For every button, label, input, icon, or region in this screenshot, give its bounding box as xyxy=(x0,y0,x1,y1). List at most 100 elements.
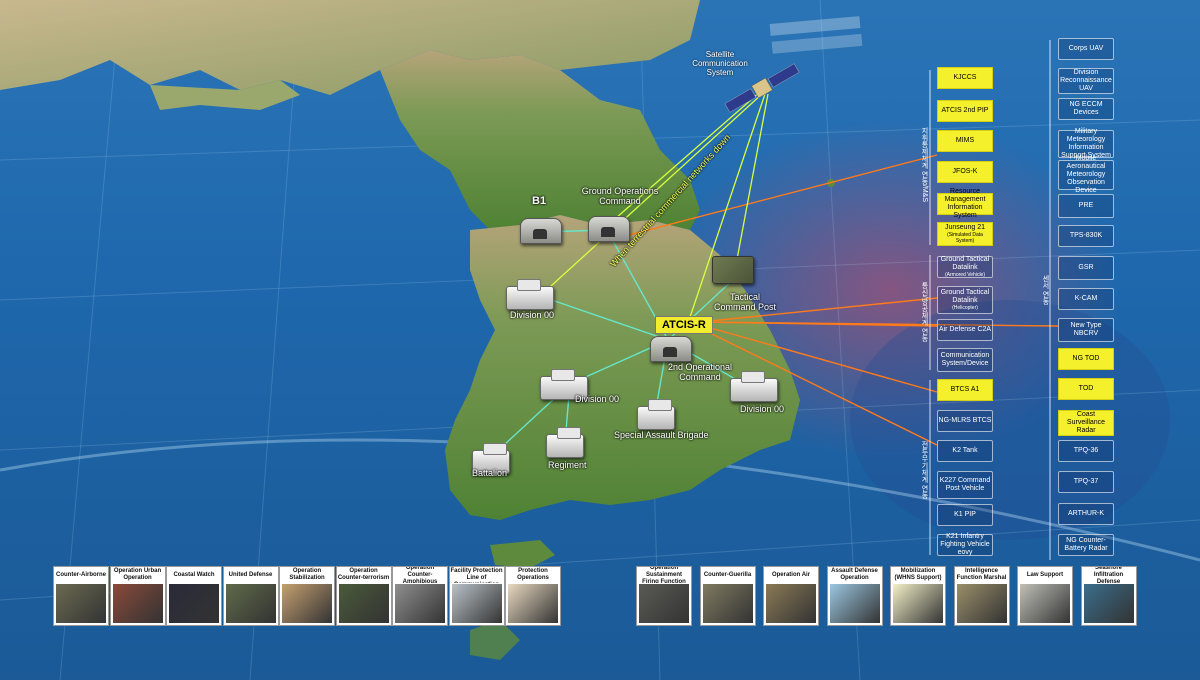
operation-card-title: Operation Critical Facility Protection L… xyxy=(450,568,503,583)
system-box-label: K227 Command Post Vehicle xyxy=(939,477,991,492)
system-box-label: NG-MLRS BTCS xyxy=(938,417,992,424)
sensor-box-label: Corps UAV xyxy=(1068,45,1104,52)
sensor-box[interactable]: Division Reconnaissance UAV xyxy=(1058,68,1114,94)
terrain-photo xyxy=(956,584,1007,623)
soldiers-photo xyxy=(56,584,106,623)
b1-hq-icon[interactable] xyxy=(520,218,562,244)
sensor-box[interactable]: PRE xyxy=(1058,194,1114,218)
tactical-command-post-icon[interactable] xyxy=(712,256,754,284)
sensor-box[interactable]: Mobile Aeronautical Meteorology Observat… xyxy=(1058,155,1114,194)
urban-photo xyxy=(112,584,163,623)
system-box[interactable]: KJCCS xyxy=(937,67,993,89)
system-box[interactable]: K227 Command Post Vehicle xyxy=(937,471,993,499)
sensor-box[interactable]: TPQ-36 xyxy=(1058,440,1114,462)
jeju-island-south xyxy=(470,620,520,660)
sensor-box[interactable]: NG TOD xyxy=(1058,348,1114,370)
second-operational-command-label: 2nd Operational Command xyxy=(667,362,733,382)
group-label-weapons: 전투무기체계 연동 xyxy=(921,441,928,499)
system-box[interactable]: Junseung 21 (Simulated Data System) xyxy=(937,222,993,246)
operation-card-title: Operation Counter-Amphibious xyxy=(402,567,438,583)
sensor-box[interactable]: NG ECCM Devices xyxy=(1058,98,1114,120)
tactical-command-post-label: Tactical Command Post xyxy=(713,292,777,312)
sensor-box-label: New Type NBCRV xyxy=(1070,322,1102,337)
desert-photo xyxy=(282,584,332,623)
system-box[interactable]: BTCS A1 xyxy=(937,379,993,401)
operation-card[interactable]: Operation Critical Facility Protection L… xyxy=(448,566,505,626)
system-box[interactable]: ATCIS 2nd PIP xyxy=(937,100,993,122)
system-box-label: KJCCS xyxy=(953,74,977,81)
operation-card[interactable]: Operation Counter-Amphibious xyxy=(392,566,448,626)
sensor-box-label: ARTHUR-K xyxy=(1067,510,1105,517)
operation-card-title: Operation Counter-terrorism xyxy=(337,568,390,581)
atcis-r-label[interactable]: ATCIS-R xyxy=(655,316,713,334)
system-box-label: MIMS xyxy=(955,137,975,144)
operation-card[interactable]: Intelligence Function Marshal xyxy=(953,566,1010,626)
special-assault-brigade-icon[interactable] xyxy=(637,399,675,430)
sensor-box[interactable]: TPQ-37 xyxy=(1058,471,1114,493)
operation-card-title: Operation Urban Operation xyxy=(113,568,162,581)
system-box[interactable]: Resource Management Information System xyxy=(937,188,993,219)
operation-card[interactable]: Assault Defense Operation xyxy=(826,566,883,626)
sensor-box[interactable]: Coast Surveillance Radar xyxy=(1058,410,1114,436)
system-box[interactable]: Ground Tactical Datalink (Armored Vehicle… xyxy=(937,256,993,278)
operation-card[interactable]: Protection Operations xyxy=(505,566,561,626)
system-box-label: K2 Tank xyxy=(952,447,978,454)
group-label-c2: 지휘통제체계 연동/M&S xyxy=(921,127,928,203)
sensor-box[interactable]: New Type NBCRV xyxy=(1058,318,1114,342)
defense-photo xyxy=(225,584,276,623)
system-box[interactable]: Air Defense C2A xyxy=(937,319,993,341)
sensor-box[interactable]: TPS-830K xyxy=(1058,225,1114,247)
operation-card-title: Counter-Airborne xyxy=(56,571,106,578)
sensor-box-label: TPQ-37 xyxy=(1073,478,1099,485)
vehicle-photo xyxy=(1020,584,1070,623)
diagram-stage: Satellite Communication System B1 Ground… xyxy=(0,0,1200,680)
sensor-box-label: K-CAM xyxy=(1074,295,1098,302)
operation-card[interactable]: Operation Air xyxy=(763,566,819,626)
howitzer-photo xyxy=(702,584,753,623)
sensor-box[interactable]: Corps UAV xyxy=(1058,38,1114,60)
system-box[interactable]: K1 PIP xyxy=(937,504,993,526)
ground-ops-command-icon[interactable] xyxy=(588,216,630,242)
system-box[interactable]: JFOS-K xyxy=(937,161,993,183)
operation-card-title: Counter-Guerilla xyxy=(703,571,752,578)
emblem-photo xyxy=(893,584,943,623)
operation-card-title: Operation Sustainment Firing Function xyxy=(642,567,686,583)
operation-card[interactable]: Coastal Watch xyxy=(166,566,222,626)
operation-card[interactable]: Seashore Infiltration Defense xyxy=(1080,566,1137,626)
operation-card[interactable]: Operation Stabilization xyxy=(279,566,335,626)
operation-card-title: Intelligence Function Marshal xyxy=(956,568,1007,581)
operation-card[interactable]: Law Support xyxy=(1017,566,1073,626)
system-box-label: K21 Infantry Fighting Vehicle eovy xyxy=(940,533,990,556)
system-box-label: Communication System/Device xyxy=(940,352,990,367)
system-box[interactable]: NG-MLRS BTCS xyxy=(937,410,993,432)
operation-card[interactable]: Operation Counter-terrorism xyxy=(335,566,392,626)
sensor-box[interactable]: Military Meteorology Information Support… xyxy=(1058,128,1114,159)
regiment-icon[interactable] xyxy=(546,427,584,458)
operation-card[interactable]: Counter-Guerilla xyxy=(699,566,756,626)
second-operational-command-icon[interactable] xyxy=(650,336,692,362)
sensor-box-label: TOD xyxy=(1078,385,1094,392)
ship-photo xyxy=(1083,584,1134,623)
sensor-box[interactable]: TOD xyxy=(1058,378,1114,400)
division-central-label: Division 00 xyxy=(575,394,620,404)
system-box[interactable]: Communication System/Device xyxy=(937,348,993,372)
system-box[interactable]: Ground Tactical Datalink (Helicopter) xyxy=(937,286,993,314)
sensor-box-label: NG ECCM Devices xyxy=(1069,101,1103,116)
operation-card-title: Law Support xyxy=(1026,571,1064,578)
sensor-box[interactable]: K-CAM xyxy=(1058,288,1114,310)
sensor-box[interactable]: NG Counter-Battery Radar xyxy=(1058,534,1114,556)
coast-photo xyxy=(169,584,219,623)
division-nw-icon[interactable] xyxy=(506,279,554,310)
operation-card[interactable]: Mobilization (WHNS Support) xyxy=(890,566,946,626)
system-box[interactable]: K2 Tank xyxy=(937,440,993,462)
division-east-icon[interactable] xyxy=(730,371,778,402)
operation-card[interactable]: United Defense xyxy=(222,566,279,626)
sensor-box[interactable]: GSR xyxy=(1058,256,1114,280)
operation-card[interactable]: Operation Sustainment Firing Function xyxy=(636,566,692,626)
sensor-box[interactable]: ARTHUR-K xyxy=(1058,503,1114,525)
system-box[interactable]: K21 Infantry Fighting Vehicle eovy xyxy=(937,533,993,556)
operation-card[interactable]: Operation Urban Operation xyxy=(109,566,166,626)
operation-card[interactable]: Counter-Airborne xyxy=(53,566,109,626)
guard-photo xyxy=(451,584,502,623)
system-box[interactable]: MIMS xyxy=(937,130,993,152)
